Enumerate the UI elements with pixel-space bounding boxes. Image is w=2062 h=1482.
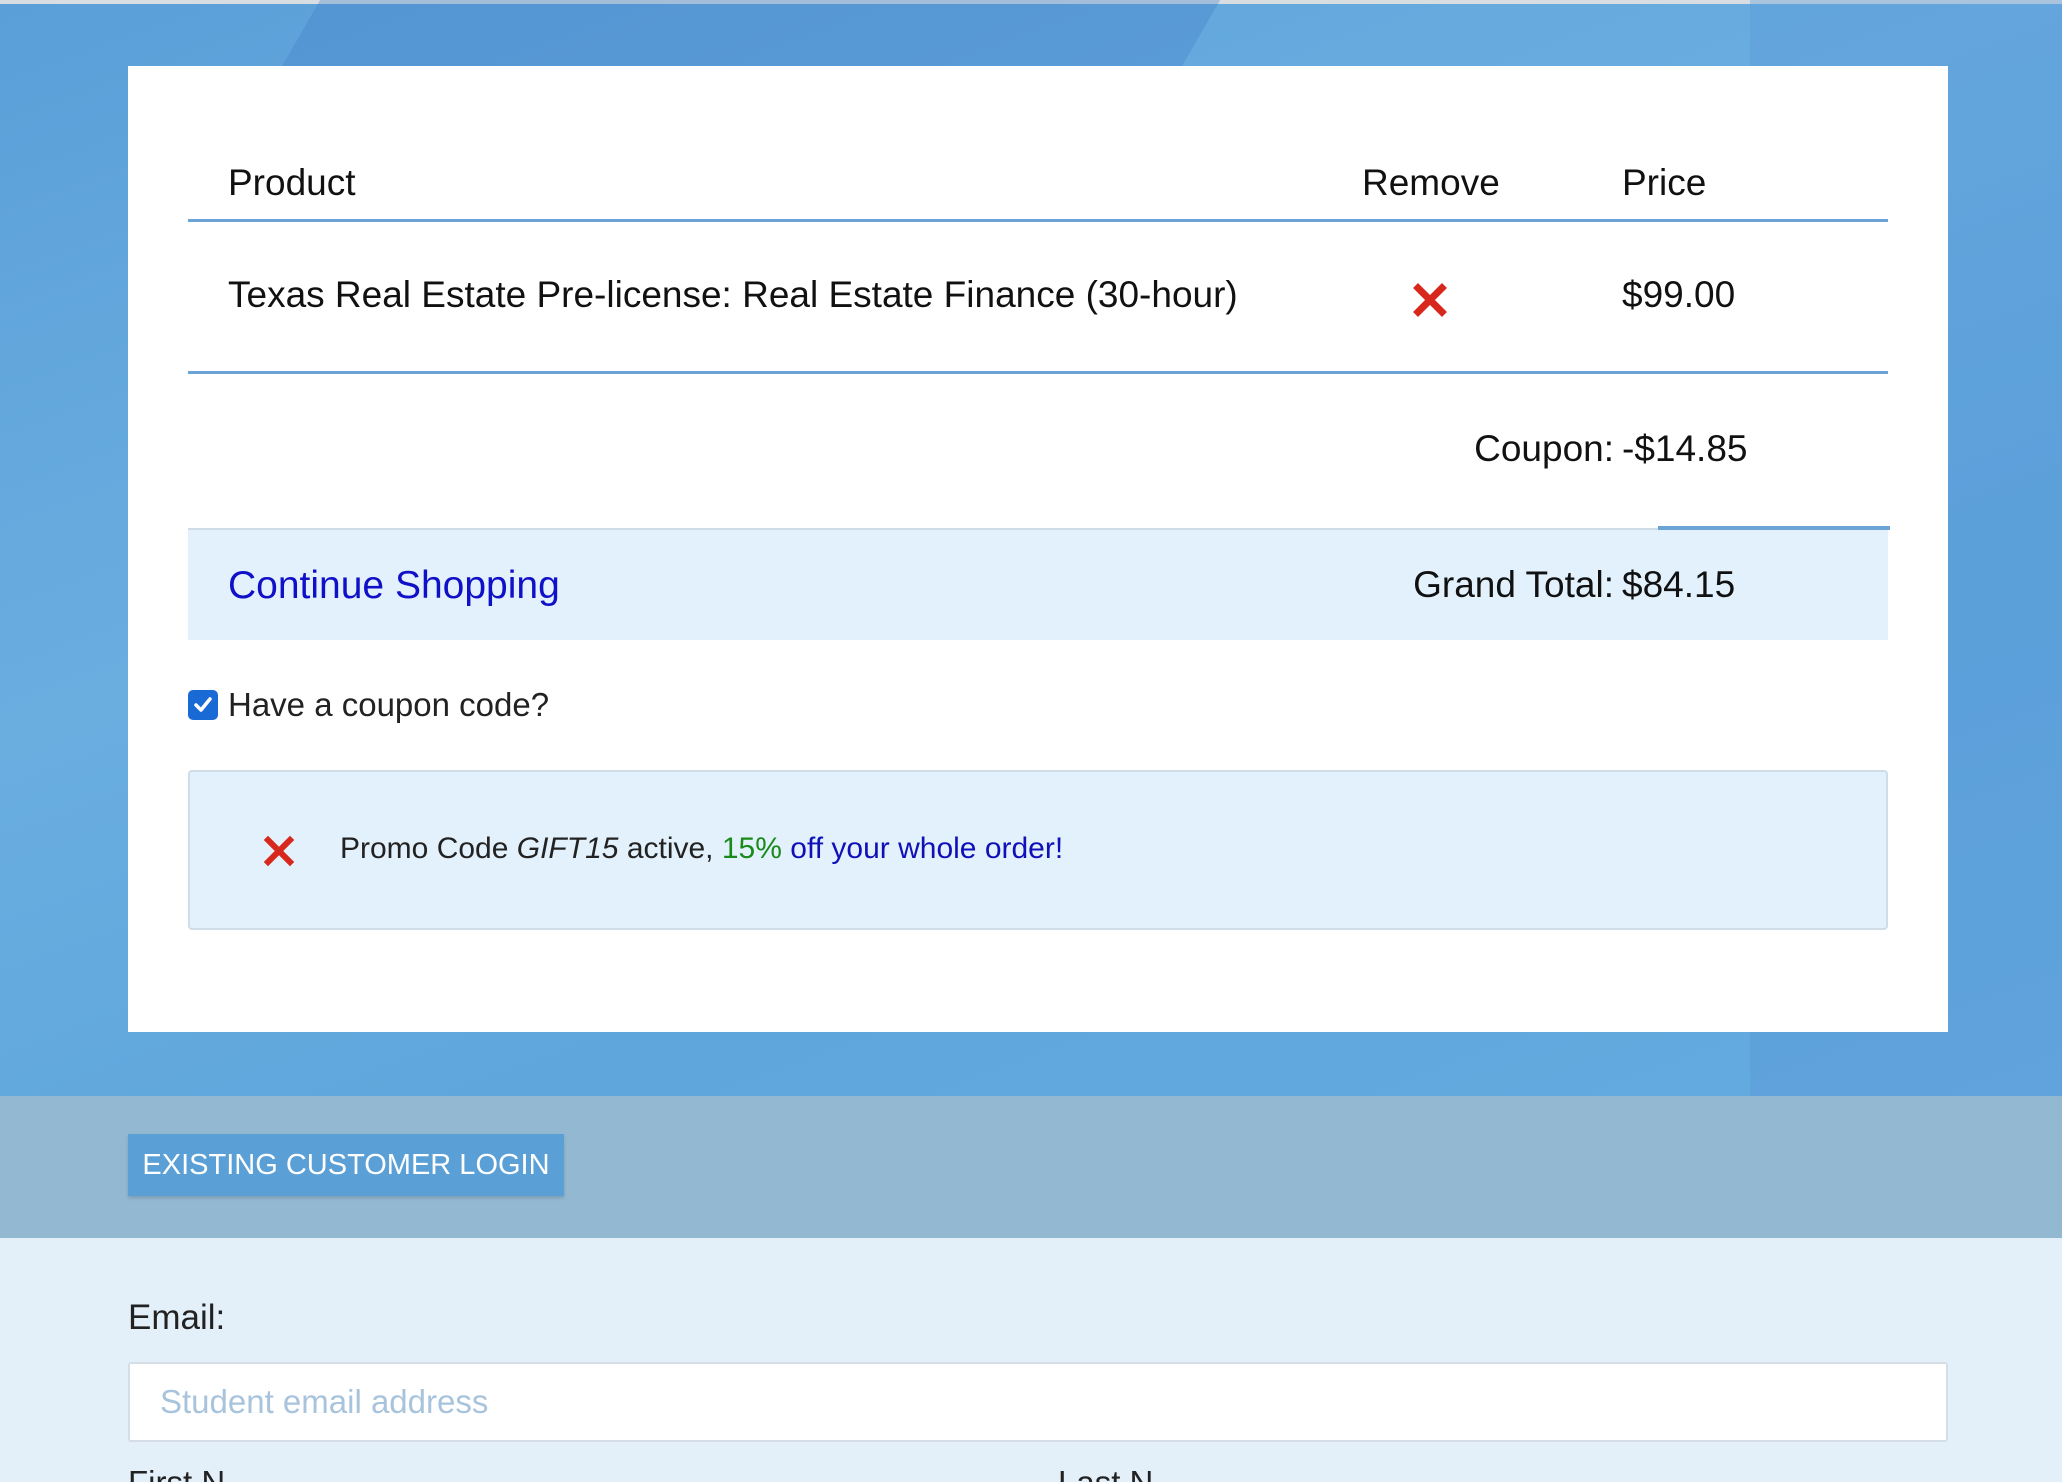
grand-total-row: Continue Shopping Grand Total: $84.15 — [188, 526, 1890, 640]
coupon-toggle[interactable]: Have a coupon code? — [188, 686, 549, 724]
last-name-label: Last N — [1058, 1464, 1153, 1482]
email-field[interactable] — [128, 1362, 1948, 1442]
coupon-label: Coupon: — [1474, 428, 1614, 469]
promo-active: active, — [626, 832, 714, 865]
first-name-label: First N — [128, 1464, 225, 1482]
cart-panel: Product Remove Price Texas Real Estate P… — [128, 66, 1948, 1032]
promo-code: GIFT15 — [516, 832, 619, 865]
promo-description: off your whole order! — [790, 832, 1064, 865]
continue-shopping-link[interactable]: Continue Shopping — [228, 564, 560, 608]
promo-percent: 15% — [721, 832, 782, 865]
product-column-header: Product — [228, 162, 356, 203]
coupon-value: -$14.85 — [1622, 428, 1748, 469]
cart-item-row: Texas Real Estate Pre-license: Real Esta… — [188, 224, 1888, 374]
checkout-form: Email: First N Last N — [0, 1238, 2062, 1482]
total-divider — [1658, 526, 1890, 530]
remove-column-header: Remove — [1362, 162, 1500, 203]
coupon-row: Coupon: -$14.85 — [188, 376, 1888, 526]
coupon-checkbox-label: Have a coupon code? — [228, 686, 550, 723]
existing-customer-login-button[interactable]: EXISTING CUSTOMER LOGIN — [128, 1134, 564, 1196]
product-price: $99.00 — [1622, 274, 1736, 315]
grand-total-value: $84.15 — [1622, 564, 1736, 605]
remove-item-icon[interactable] — [1410, 280, 1450, 320]
promo-prefix: Promo Code — [340, 832, 509, 865]
product-name: Texas Real Estate Pre-license: Real Esta… — [228, 274, 1238, 315]
cart-header-row: Product Remove Price — [188, 140, 1888, 222]
promo-message: Promo Code GIFT15 active, 15% off your w… — [340, 832, 1063, 866]
background-shape — [279, 0, 1221, 70]
remove-promo-icon[interactable] — [262, 834, 296, 868]
checkmark-icon — [194, 697, 212, 712]
email-label: Email: — [128, 1298, 226, 1337]
grand-total-label: Grand Total: — [1413, 564, 1614, 605]
promo-code-box: Promo Code GIFT15 active, 15% off your w… — [188, 770, 1888, 930]
coupon-checkbox[interactable] — [188, 690, 218, 720]
price-column-header: Price — [1622, 162, 1707, 203]
cart-background: Product Remove Price Texas Real Estate P… — [0, 0, 2062, 1096]
login-band: EXISTING CUSTOMER LOGIN — [0, 1096, 2062, 1238]
